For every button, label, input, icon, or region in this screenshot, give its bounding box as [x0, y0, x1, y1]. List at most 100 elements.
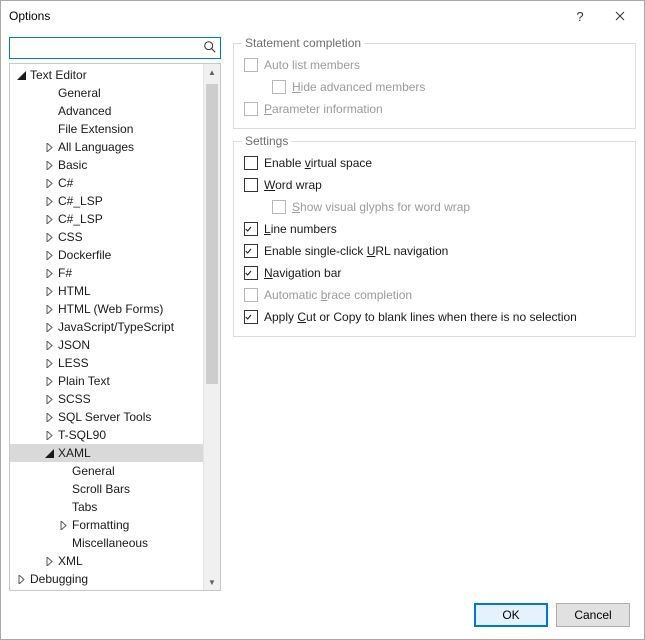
tree-item[interactable]: C# — [10, 174, 203, 192]
expand-icon[interactable] — [42, 140, 56, 154]
tree-item[interactable]: Scroll Bars — [10, 480, 203, 498]
tree-item-label: General — [71, 464, 115, 478]
cancel-button[interactable]: Cancel — [556, 603, 630, 627]
tree-item[interactable]: JavaScript/TypeScript — [10, 318, 203, 336]
expand-icon[interactable] — [42, 158, 56, 172]
nav-bar-checkbox[interactable] — [244, 266, 258, 280]
tree-item-label: HTML — [57, 284, 91, 298]
ok-button[interactable]: OK — [474, 603, 548, 627]
tree-item[interactable]: Miscellaneous — [10, 534, 203, 552]
tree-item[interactable]: Tabs — [10, 498, 203, 516]
search-icon[interactable] — [203, 40, 217, 54]
left-panel: Text EditorGeneralAdvancedFile Extension… — [9, 37, 221, 591]
expand-icon[interactable] — [42, 410, 56, 424]
navigation-tree[interactable]: Text EditorGeneralAdvancedFile Extension… — [10, 64, 203, 590]
tree-item[interactable]: SCSS — [10, 390, 203, 408]
expand-icon[interactable] — [14, 572, 28, 586]
auto-brace-row: Automatic brace completion — [244, 284, 625, 306]
help-button[interactable]: ? — [560, 3, 600, 29]
search-input[interactable] — [9, 37, 221, 59]
expand-icon[interactable] — [42, 554, 56, 568]
tree-item[interactable]: C#_LSP — [10, 192, 203, 210]
tree-item-label: SQL Server Tools — [57, 410, 151, 424]
tree-item-label: Advanced — [57, 104, 111, 118]
expand-icon[interactable] — [42, 392, 56, 406]
dialog-footer: OK Cancel — [1, 591, 644, 639]
expand-icon[interactable] — [42, 212, 56, 226]
tree-item[interactable]: Formatting — [10, 516, 203, 534]
virtual-space-checkbox[interactable] — [244, 156, 258, 170]
expand-icon[interactable] — [42, 428, 56, 442]
nav-bar-row[interactable]: Navigation bar — [244, 262, 625, 284]
line-numbers-row[interactable]: Line numbers — [244, 218, 625, 240]
tree-item[interactable]: File Extension — [10, 120, 203, 138]
expand-icon[interactable] — [42, 338, 56, 352]
tree-item[interactable]: Text Editor — [10, 66, 203, 84]
collapse-icon[interactable] — [42, 446, 56, 460]
tree-item[interactable]: LESS — [10, 354, 203, 372]
expand-icon[interactable] — [42, 266, 56, 280]
tree-item[interactable]: XML — [10, 552, 203, 570]
cut-copy-blank-checkbox[interactable] — [244, 310, 258, 324]
word-wrap-checkbox[interactable] — [244, 178, 258, 192]
virtual-space-row[interactable]: Enable virtual space — [244, 152, 625, 174]
scroll-up-arrow[interactable]: ▲ — [204, 64, 220, 80]
tree-item-label: T-SQL90 — [57, 428, 106, 442]
tree-scrollbar[interactable]: ▲ ▼ — [203, 64, 220, 590]
single-click-url-row[interactable]: Enable single-click URL navigation — [244, 240, 625, 262]
cut-copy-blank-row[interactable]: Apply Cut or Copy to blank lines when th… — [244, 306, 625, 328]
expand-icon[interactable] — [42, 176, 56, 190]
tree-item[interactable]: Performance Tools — [10, 588, 203, 590]
expand-icon[interactable] — [42, 374, 56, 388]
scroll-thumb[interactable] — [206, 84, 218, 384]
word-wrap-row[interactable]: Word wrap — [244, 174, 625, 196]
line-numbers-checkbox[interactable] — [244, 222, 258, 236]
titlebar: Options ? — [1, 1, 644, 31]
tree-item[interactable]: General — [10, 462, 203, 480]
expand-icon[interactable] — [42, 284, 56, 298]
tree-item[interactable]: SQL Server Tools — [10, 408, 203, 426]
tree-item[interactable]: CSS — [10, 228, 203, 246]
expand-icon[interactable] — [42, 230, 56, 244]
tree-item[interactable]: Dockerfile — [10, 246, 203, 264]
hide-advanced-checkbox — [272, 80, 286, 94]
auto-list-checkbox — [244, 58, 258, 72]
tree-item[interactable]: All Languages — [10, 138, 203, 156]
collapse-icon[interactable] — [14, 68, 28, 82]
tree-item[interactable]: HTML — [10, 282, 203, 300]
tree-item[interactable]: C#_LSP — [10, 210, 203, 228]
tree-item[interactable]: F# — [10, 264, 203, 282]
expand-icon[interactable] — [56, 518, 70, 532]
tree-item-label: F# — [57, 266, 72, 280]
content-area: Text EditorGeneralAdvancedFile Extension… — [1, 31, 644, 591]
hide-advanced-label: Hide advanced members — [292, 80, 425, 94]
single-click-url-checkbox[interactable] — [244, 244, 258, 258]
single-click-url-label: Enable single-click URL navigation — [264, 244, 448, 258]
tree-item[interactable]: Advanced — [10, 102, 203, 120]
auto-list-row: Auto list members — [244, 54, 625, 76]
expand-icon[interactable] — [42, 194, 56, 208]
glyphs-checkbox — [272, 200, 286, 214]
expand-icon[interactable] — [42, 248, 56, 262]
tree-item[interactable]: Plain Text — [10, 372, 203, 390]
close-button[interactable] — [600, 3, 640, 29]
settings-group: Settings Enable virtual space Word wrap … — [233, 141, 636, 337]
tree-item[interactable]: XAML — [10, 444, 203, 462]
tree-item[interactable]: T-SQL90 — [10, 426, 203, 444]
tree-item[interactable]: Debugging — [10, 570, 203, 588]
scroll-down-arrow[interactable]: ▼ — [204, 574, 220, 590]
tree-item[interactable]: Basic — [10, 156, 203, 174]
auto-list-label: Auto list members — [264, 58, 360, 72]
nav-bar-label: Navigation bar — [264, 266, 341, 280]
tree-item[interactable]: General — [10, 84, 203, 102]
tree-item[interactable]: HTML (Web Forms) — [10, 300, 203, 318]
expand-icon[interactable] — [42, 356, 56, 370]
virtual-space-label: Enable virtual space — [264, 156, 372, 170]
expand-icon[interactable] — [42, 302, 56, 316]
tree-item-label: Formatting — [71, 518, 129, 532]
tree-item-label: All Languages — [57, 140, 134, 154]
expand-icon[interactable] — [42, 320, 56, 334]
tree-item-label: Basic — [57, 158, 87, 172]
tree-item[interactable]: JSON — [10, 336, 203, 354]
group-legend: Settings — [242, 134, 291, 148]
